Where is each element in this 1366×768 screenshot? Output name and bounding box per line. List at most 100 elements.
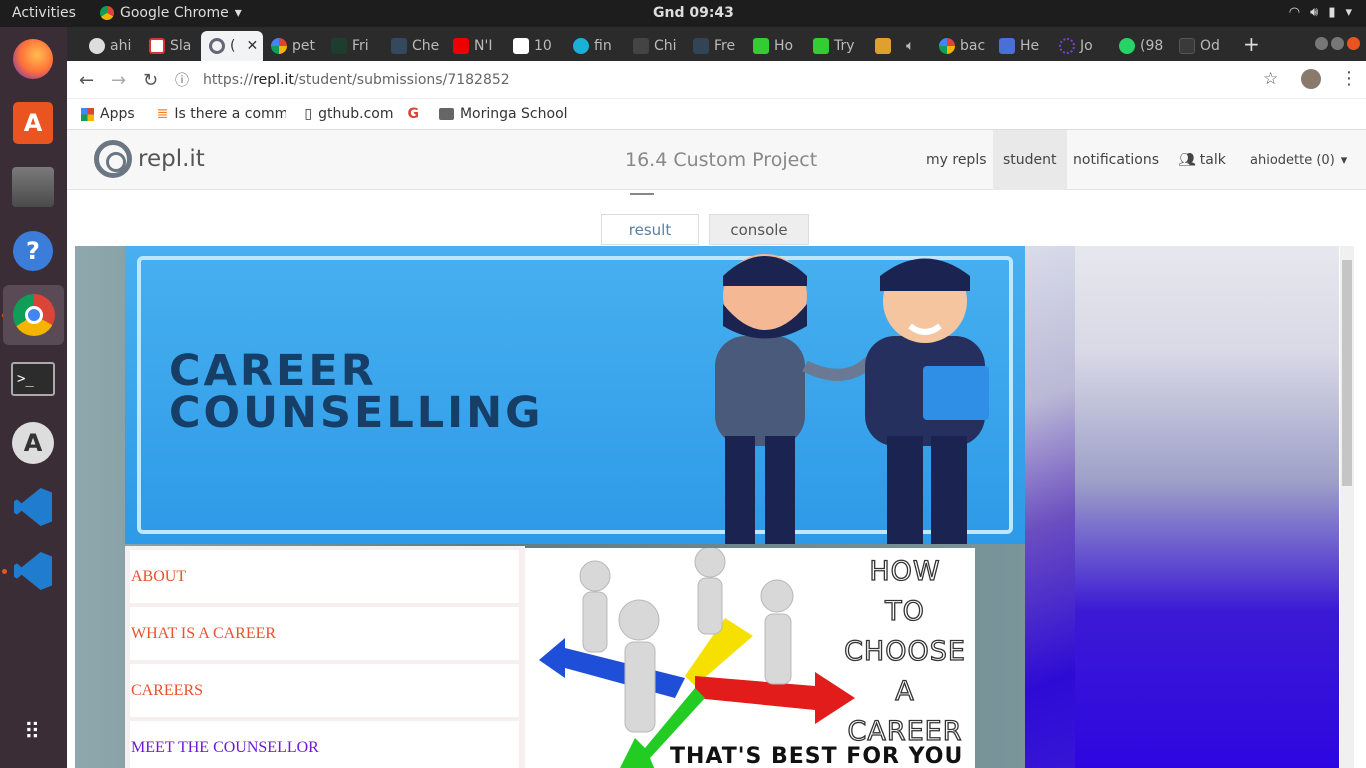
app-menu[interactable]: Google Chrome ▾ [100,5,242,21]
url-path: /student/submissions/7182852 [293,72,510,88]
tab[interactable]: Chi [625,31,685,61]
tab[interactable]: 🔈︎ [867,31,931,61]
users-icon: 👥︎ [1178,152,1196,168]
files-icon[interactable] [9,163,57,211]
bookmark-folder-moringa[interactable]: Moringa School [438,106,568,122]
youtube-icon [453,38,469,54]
site-nav: ABOUT WHAT IS A CAREER CAREERS MEET THE … [125,546,525,768]
output-panel: result console CAREER COUNSELLING ABOUT … [67,203,1354,768]
replit-logo-icon [94,140,132,178]
logo-text: repl.it [138,146,205,172]
vscode-icon[interactable] [9,547,57,595]
output-tabs: result console [601,214,809,245]
tab[interactable]: Ho [745,31,805,61]
tab[interactable]: Od [1171,31,1231,61]
chevron-down-icon: ▾ [1340,152,1348,168]
nav-my-repls[interactable]: my repls [926,130,987,190]
ubuntu-top-bar: Activities Google Chrome ▾ Gnd 09:43 ◠ 🔊… [0,0,1366,27]
tab[interactable]: Sla [141,31,201,61]
address-bar[interactable]: ⓘ https://repl.it/student/submissions/71… [175,67,1255,93]
user-menu[interactable]: ahiodette (0) ▾ [1250,130,1347,190]
tab[interactable]: N'I [445,31,505,61]
tab[interactable]: pet [263,31,323,61]
terminal-icon[interactable]: >_ [9,355,57,403]
maximize-icon[interactable] [1331,37,1344,50]
bookmark-star-icon[interactable]: ☆ [1263,69,1278,89]
software-updater-icon[interactable]: A [9,419,57,467]
wifi-icon: ◠ [1288,5,1301,20]
minimize-icon[interactable] [1315,37,1328,50]
chrome-icon [100,6,114,20]
arrows-people-illustration [539,548,855,768]
iframe-scrollbar[interactable] [1340,246,1354,768]
chevron-down-icon: ▾ [1345,5,1352,20]
profile-avatar[interactable] [1301,69,1321,89]
whatsapp-icon [1119,38,1135,54]
chrome-window: ahi Sla (✕ pet Fri Che N'I 10 fin Chi Fr… [67,27,1366,130]
firefox-icon[interactable] [9,35,57,83]
url-prefix: https:// [203,72,254,88]
tab[interactable]: He [991,31,1051,61]
bookmark-google[interactable]: G [407,106,425,122]
tab-active[interactable]: (✕ [201,31,263,61]
window-controls[interactable] [1315,37,1360,50]
tab[interactable]: Che [383,31,443,61]
help-icon[interactable]: ? [9,227,57,275]
nav-notifications[interactable]: notifications [1073,130,1159,190]
tab[interactable]: Try [805,31,865,61]
nav-link-meet-the-counsellor[interactable]: MEET THE COUNSELLOR [130,721,519,768]
nav-link-about[interactable]: ABOUT [130,550,519,603]
page-icon [1059,38,1075,54]
replit-logo[interactable]: repl.it [94,140,205,178]
bookmark-apps[interactable]: Apps [81,106,135,122]
nav-student[interactable]: student [993,130,1067,190]
nav-link-what-is-a-career[interactable]: WHAT IS A CAREER [130,607,519,660]
software-center-icon[interactable]: A [9,99,57,147]
tab[interactable]: 10 [505,31,565,61]
page-icon [693,38,709,54]
page-icon [999,38,1015,54]
tab[interactable]: Fre [685,31,745,61]
bookmarks-bar: Apps ≣ Is there a comma ▯ gthub.com G Mori… [67,99,1366,130]
system-tray[interactable]: ◠ 🔊︎ ▮ ▾ [1289,5,1352,20]
bookmark-stackoverflow[interactable]: ≣ Is there a comma [157,106,287,122]
folder-icon [438,108,454,120]
google-icon: G [407,106,419,122]
more-options-icon[interactable]: ⋮ [1340,68,1358,89]
bookmark-github[interactable]: ▯ gthub.com [304,106,393,122]
nav-talk[interactable]: 👥︎ talk [1178,130,1226,190]
reload-icon[interactable]: ↻ [143,70,158,91]
activities-button[interactable]: Activities [12,5,76,21]
tab-result[interactable]: result [601,214,699,245]
resize-handle[interactable] [630,193,654,195]
info-icon[interactable]: ⓘ [175,70,189,90]
background-image [1075,246,1339,768]
cube-icon [875,38,891,54]
clock[interactable]: Gnd 09:43 [653,5,734,21]
project-title: 16.4 Custom Project [625,149,818,171]
medium-icon [513,38,529,54]
result-iframe: CAREER COUNSELLING ABOUT WHAT IS A CAREE… [75,246,1339,768]
tab[interactable]: Fri [323,31,383,61]
new-tab-button[interactable]: + [1243,32,1260,56]
tab[interactable]: Jo [1051,31,1111,61]
close-window-icon[interactable] [1347,37,1360,50]
tab[interactable]: (98 [1111,31,1171,61]
how-to-subtext: THAT'S BEST FOR YOU [670,744,964,768]
github-icon [89,38,105,54]
app-name: Google Chrome [120,5,229,21]
tab-console[interactable]: console [709,214,809,245]
show-apps-icon[interactable]: ⠿ [9,709,57,757]
hero-title: CAREER COUNSELLING [169,346,544,438]
tab[interactable]: bac [931,31,991,61]
forward-icon[interactable]: → [111,70,126,91]
nav-link-careers[interactable]: CAREERS [130,664,519,717]
chrome-dock-icon[interactable] [3,285,64,345]
tab[interactable]: fin [565,31,625,61]
close-icon[interactable]: ✕ [246,38,258,54]
vscode-icon[interactable] [9,483,57,531]
back-icon[interactable]: ← [79,70,94,91]
tab[interactable]: ahi [81,31,141,61]
stackoverflow-icon: ≣ [156,106,169,122]
scrollbar-thumb[interactable] [1342,260,1352,486]
